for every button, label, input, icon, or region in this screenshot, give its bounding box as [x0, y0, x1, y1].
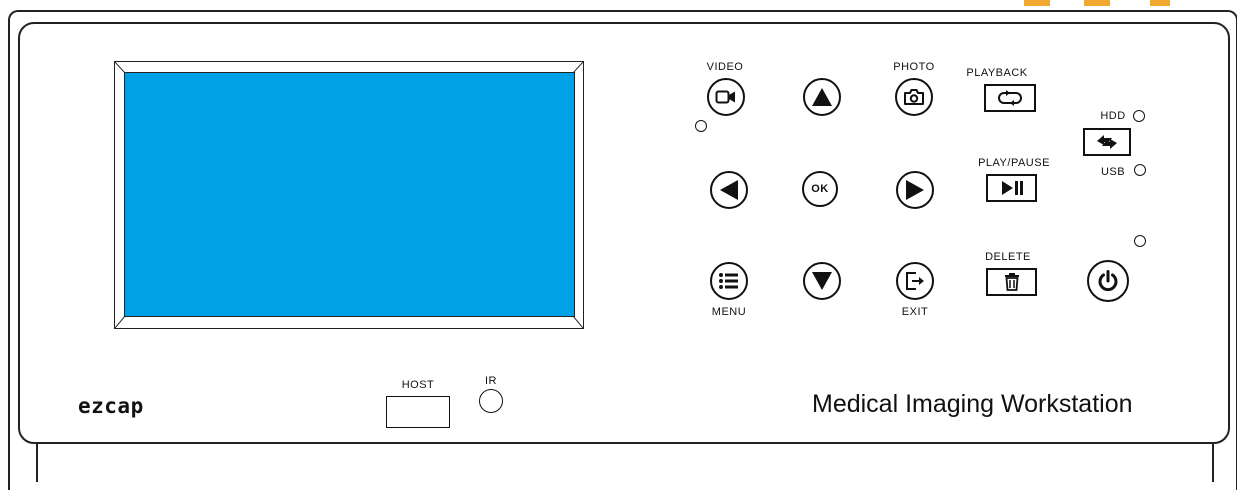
triangle-down-icon: [812, 272, 832, 290]
playback-label: PLAYBACK: [966, 67, 1028, 79]
accent-mark: [1024, 0, 1050, 6]
chassis-edge: [36, 442, 38, 482]
accent-mark: [1150, 0, 1170, 6]
ir-receiver-window: [479, 389, 503, 413]
video-camera-icon: [715, 90, 735, 104]
triangle-right-icon: [906, 180, 924, 200]
playback-button[interactable]: [984, 84, 1036, 112]
exit-icon: [906, 272, 924, 290]
accent-mark: [1084, 0, 1110, 6]
power-button[interactable]: [1087, 260, 1129, 302]
menu-label: MENU: [711, 306, 747, 318]
left-button[interactable]: [710, 171, 748, 209]
video-led: [695, 120, 707, 132]
hdd-led: [1133, 110, 1145, 122]
brand-logo: ezcap: [78, 394, 144, 418]
swap-arrows-icon: [1097, 135, 1117, 149]
lcd-screen: [124, 72, 575, 317]
photo-label: PHOTO: [893, 61, 935, 73]
play-pause-button[interactable]: [986, 174, 1037, 202]
down-button[interactable]: [803, 262, 841, 300]
delete-button[interactable]: [986, 268, 1037, 296]
host-label: HOST: [401, 379, 435, 391]
power-led: [1134, 235, 1146, 247]
ir-label: IR: [485, 375, 497, 387]
loop-icon: [998, 90, 1022, 106]
video-button[interactable]: [707, 78, 745, 116]
triangle-left-icon: [720, 180, 738, 200]
hdd-label: HDD: [1100, 110, 1126, 122]
ok-label: OK: [811, 183, 829, 195]
up-button[interactable]: [803, 78, 841, 116]
exit-button[interactable]: [896, 262, 934, 300]
usb-label: USB: [1100, 166, 1126, 178]
host-usb-port[interactable]: [386, 396, 450, 428]
triangle-up-icon: [812, 88, 832, 106]
exit-label: EXIT: [901, 306, 929, 318]
storage-switch-button[interactable]: [1083, 128, 1131, 156]
trash-icon: [1004, 273, 1019, 291]
video-label: VIDEO: [706, 61, 744, 73]
power-icon: [1098, 270, 1118, 292]
play-pause-label: PLAY/PAUSE: [978, 157, 1050, 169]
photo-button[interactable]: [895, 78, 933, 116]
usb-led: [1134, 164, 1146, 176]
ok-button[interactable]: OK: [802, 171, 838, 207]
play-pause-icon: [1001, 181, 1023, 195]
product-name: Medical Imaging Workstation: [812, 390, 1133, 418]
chassis-edge: [1212, 442, 1214, 482]
menu-button[interactable]: [710, 262, 748, 300]
delete-label: DELETE: [985, 251, 1031, 263]
right-button[interactable]: [896, 171, 934, 209]
list-icon: [719, 273, 738, 289]
camera-icon: [904, 89, 924, 105]
